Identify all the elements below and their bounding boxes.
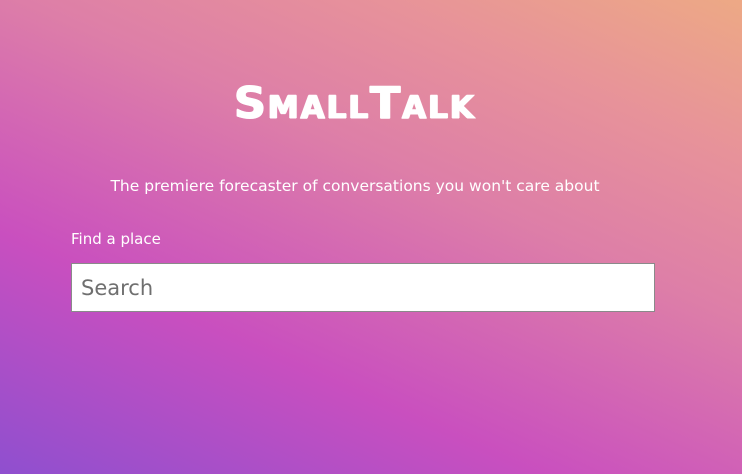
page: SmallTalk The premiere forecaster of con… xyxy=(0,0,742,474)
tagline: The premiere forecaster of conversations… xyxy=(110,177,600,195)
app-logo: SmallTalk xyxy=(234,78,476,129)
search-label: Find a place xyxy=(71,230,161,248)
search-field xyxy=(71,263,655,312)
search-input[interactable] xyxy=(72,264,654,311)
